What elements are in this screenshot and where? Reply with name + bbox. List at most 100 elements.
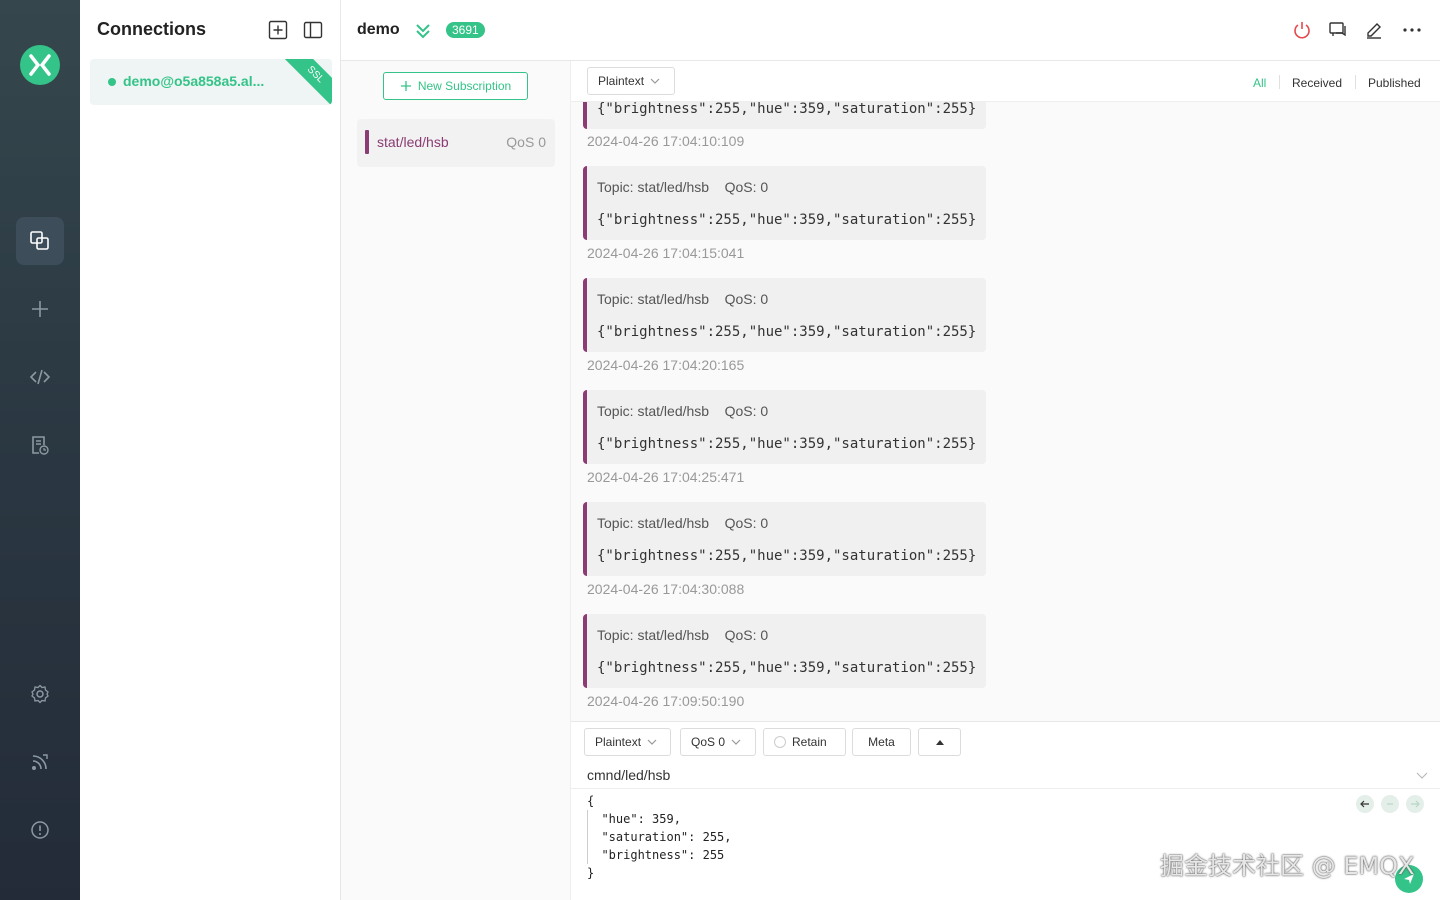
payload-format-value: Plaintext (598, 74, 645, 88)
script-icon (29, 369, 51, 385)
about-icon (31, 821, 49, 839)
edit-connection-button[interactable] (1362, 18, 1386, 42)
message-time: 2024-04-26 17:04:20:165 (587, 357, 745, 373)
ssl-badge: SSL (283, 59, 332, 105)
publish-qos-value: QoS 0 (691, 735, 726, 749)
expand-chevron-icon[interactable] (413, 21, 433, 41)
connection-name: demo@o5a858a5.al... (123, 73, 265, 89)
nav-script[interactable] (16, 353, 64, 401)
chevron-down-icon (650, 78, 660, 84)
filter-all-tab[interactable]: All (1253, 76, 1266, 90)
new-connection-button[interactable] (267, 19, 289, 41)
filter-divider (1355, 75, 1356, 89)
filter-divider (1279, 75, 1280, 89)
message-payload: {"brightness":255,"hue":359,"saturation"… (597, 436, 977, 452)
collapse-publish-button[interactable] (918, 728, 961, 756)
log-icon (32, 436, 49, 455)
message-meta: Topic: stat/led/hsb QoS: 0 (597, 291, 769, 307)
new-subscription-button[interactable]: New Subscription (383, 72, 528, 100)
message-time: 2024-04-26 17:04:15:041 (587, 245, 745, 261)
message-list[interactable]: Plaintext All Received Published {"brigh… (571, 61, 1440, 721)
message-time: 2024-04-26 17:04:30:088 (587, 581, 745, 597)
connections-panel: Connections demo@o5a858a5.al... SSL (80, 0, 341, 900)
filter-published-tab[interactable]: Published (1368, 76, 1421, 90)
edit-icon (1367, 23, 1381, 39)
retain-checkbox[interactable]: Retain (763, 728, 846, 756)
subscriptions-panel: New Subscription stat/led/hsb QoS 0 (341, 61, 571, 900)
message-card[interactable]: Topic: stat/led/hsb QoS: 0 {"brightness"… (583, 278, 986, 352)
subscription-qos: QoS 0 (506, 134, 546, 150)
more-icon (1403, 28, 1421, 32)
message-count-badge: 3691 (446, 22, 485, 38)
more-actions-button[interactable] (1400, 18, 1424, 42)
retain-label: Retain (792, 735, 827, 749)
nav-connections[interactable] (16, 217, 64, 265)
message-card[interactable]: Topic: stat/led/hsb QoS: 0 {"brightness"… (583, 390, 986, 464)
chevron-down-icon[interactable] (1415, 768, 1429, 782)
connection-title: demo (357, 21, 400, 38)
message-toolbar: Plaintext All Received Published (571, 61, 1440, 102)
nav-log[interactable] (16, 421, 64, 469)
add-box-icon (268, 20, 288, 40)
meta-label: Meta (868, 735, 895, 749)
message-payload: {"brightness":255,"hue":359,"saturation"… (597, 101, 977, 117)
nav-about[interactable] (16, 806, 64, 854)
disconnect-button[interactable] (1290, 18, 1314, 42)
connection-status-dot (108, 78, 116, 86)
minus-icon (1387, 803, 1393, 805)
connection-header: demo 3691 (341, 0, 1440, 61)
message-meta: Topic: stat/led/hsb QoS: 0 (597, 627, 769, 643)
arrow-right-icon (1411, 800, 1420, 808)
message-card[interactable]: Topic: stat/led/hsb QoS: 0 {"brightness"… (583, 166, 986, 240)
chevron-down-icon (647, 739, 657, 745)
app-logo (20, 45, 60, 85)
message-meta: Topic: stat/led/hsb QoS: 0 (597, 515, 769, 531)
chevron-down-icon (731, 739, 741, 745)
subscription-item[interactable]: stat/led/hsb QoS 0 (357, 119, 555, 167)
multi-window-button[interactable] (1326, 18, 1350, 42)
connections-title: Connections (97, 19, 207, 39)
connection-item[interactable]: demo@o5a858a5.al... SSL (90, 59, 332, 105)
history-forward-button[interactable] (1406, 795, 1424, 813)
settings-icon (31, 684, 49, 704)
connections-icon (30, 231, 49, 250)
toggle-sidebar-button[interactable] (302, 19, 324, 41)
arrow-left-icon (1360, 800, 1369, 808)
message-time: 2024-04-26 17:09:50:190 (587, 693, 745, 709)
message-card[interactable]: Topic: stat/led/hsb QoS: 0 {"brightness"… (583, 614, 986, 688)
watermark: 掘金技术社区 @ EMQX (1160, 852, 1415, 880)
main-nav (0, 0, 80, 900)
message-card[interactable]: Topic: stat/led/hsb QoS: 0 {"brightness"… (583, 502, 986, 576)
message-time: 2024-04-26 17:04:10:109 (587, 133, 745, 149)
message-meta: Topic: stat/led/hsb QoS: 0 (597, 179, 769, 195)
publish-qos-select[interactable]: QoS 0 (680, 728, 756, 756)
caret-up-icon (935, 740, 944, 745)
power-icon (1294, 22, 1310, 39)
message-payload: {"brightness":255,"hue":359,"saturation"… (597, 548, 977, 564)
message-payload: {"brightness":255,"hue":359,"saturation"… (597, 212, 977, 228)
publish-format-value: Plaintext (595, 735, 642, 749)
history-back-button[interactable] (1356, 795, 1374, 813)
publish-format-select[interactable]: Plaintext (584, 728, 671, 756)
subscription-topic: stat/led/hsb (377, 134, 449, 150)
message-time: 2024-04-26 17:04:25:471 (587, 469, 745, 485)
subscription-icon (32, 754, 48, 770)
filter-received-tab[interactable]: Received (1292, 76, 1342, 90)
sidebar-icon (303, 21, 323, 39)
message-payload: {"brightness":255,"hue":359,"saturation"… (597, 324, 977, 340)
mqttx-logo-icon (29, 54, 51, 76)
retain-radio-icon (774, 736, 786, 748)
nav-new-connection[interactable] (16, 285, 64, 333)
payload-format-select[interactable]: Plaintext (587, 67, 675, 95)
message-payload: {"brightness":255,"hue":359,"saturation"… (597, 660, 977, 676)
nav-settings[interactable] (16, 670, 64, 718)
publish-payload-editor[interactable]: { "hue": 359, "saturation": 255, "bright… (587, 792, 732, 882)
chat-windows-icon (1329, 22, 1346, 37)
publish-topic-input[interactable]: cmnd/led/hsb (587, 767, 670, 783)
topic-divider (571, 788, 1440, 789)
new-subscription-label: New Subscription (417, 79, 512, 93)
meta-button[interactable]: Meta (852, 728, 911, 756)
history-clear-button[interactable] (1381, 795, 1399, 813)
subscription-color-bar (365, 130, 369, 154)
nav-subscribe[interactable] (16, 738, 64, 786)
